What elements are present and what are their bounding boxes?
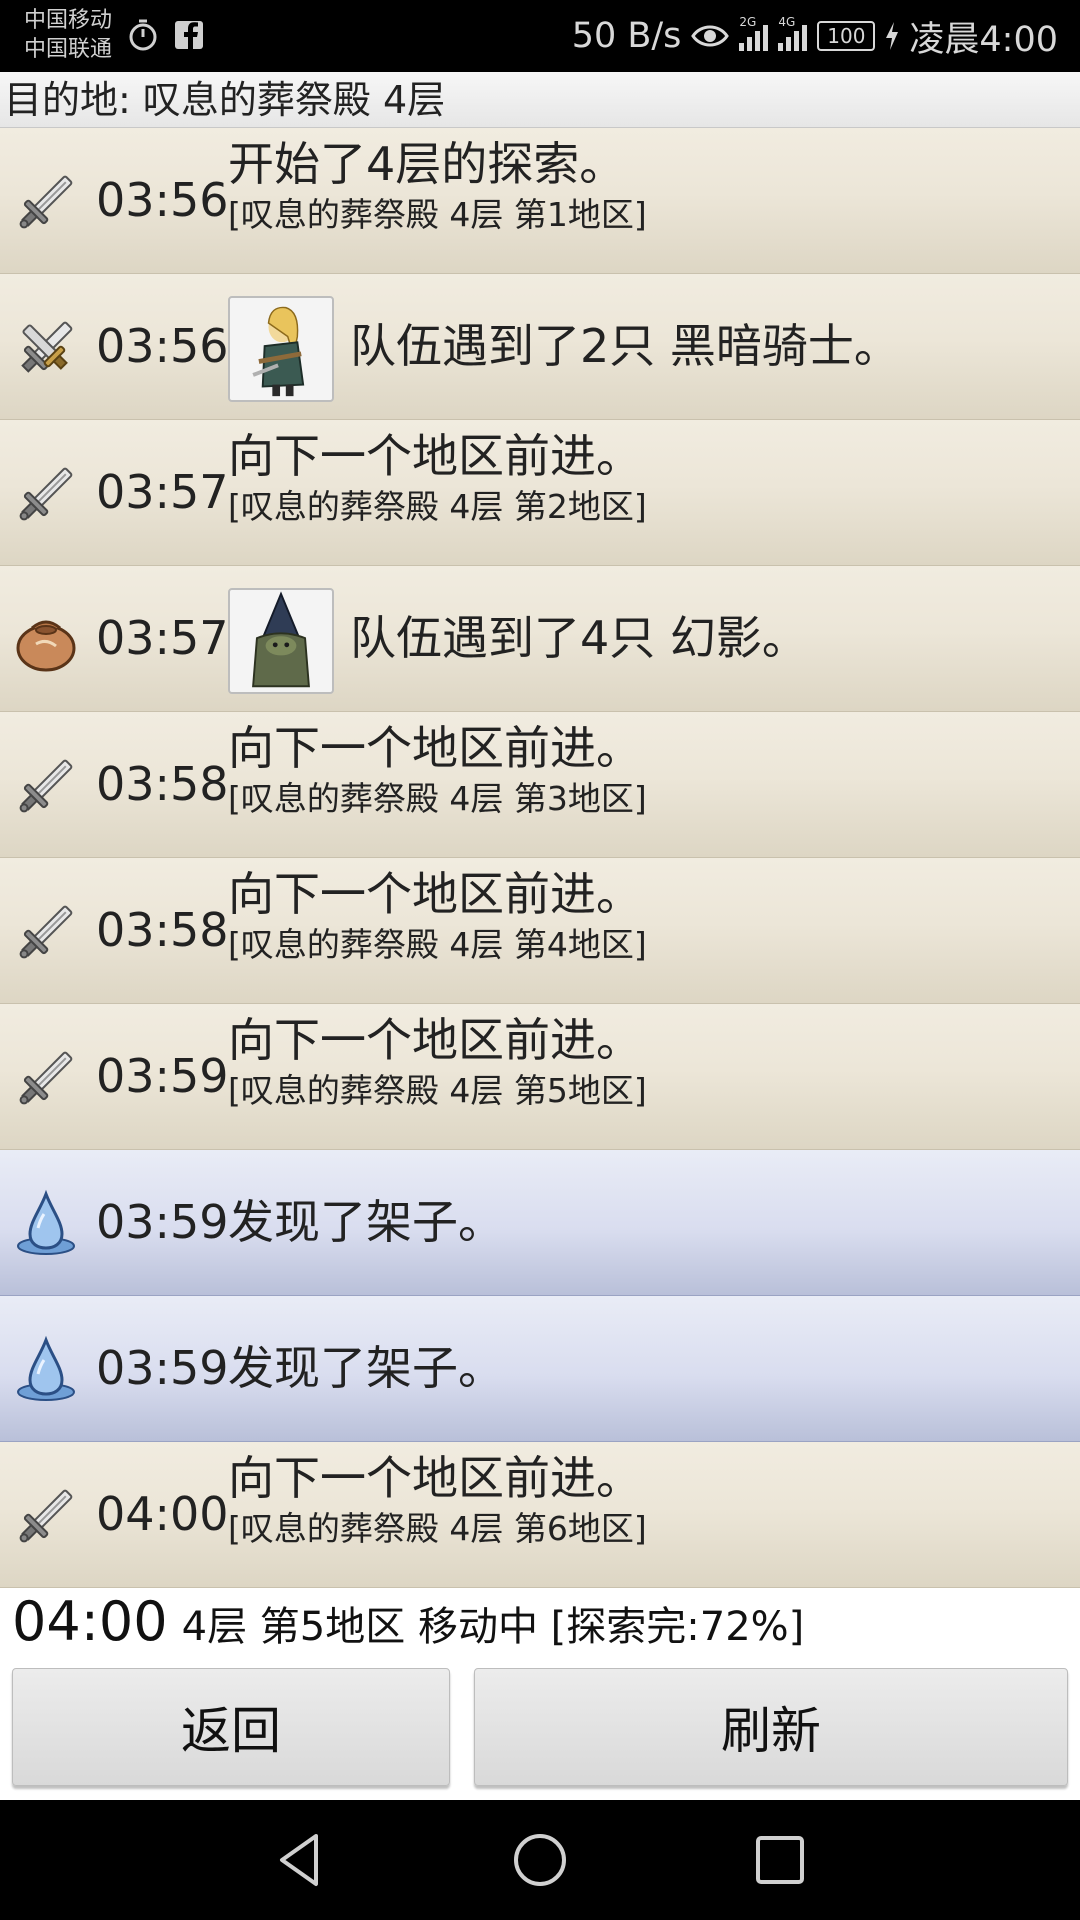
dark-knight-portrait xyxy=(228,296,334,402)
log-entry: 03:59 向下一个地区前进。 [叹息的葬祭殿 4层 第5地区] xyxy=(0,1004,1080,1150)
log-entry: 03:58 向下一个地区前进。 [叹息的葬祭殿 4层 第3地区] xyxy=(0,712,1080,858)
sword-icon xyxy=(10,458,82,530)
carrier-1: 中国移动 xyxy=(24,8,113,33)
water-drop-icon xyxy=(10,1188,82,1260)
log-time: 04:00 xyxy=(96,1487,229,1541)
log-time: 03:56 xyxy=(96,319,229,373)
water-drop-icon xyxy=(10,1334,82,1406)
log-entry: 03:57 向下一个地区前进。 [叹息的葬祭殿 4层 第2地区] xyxy=(0,420,1080,566)
charging-bolt-icon xyxy=(886,22,899,50)
log-location: [叹息的葬祭殿 4层 第3地区] xyxy=(228,779,647,818)
status-text: 4层 第5地区 移动中 [探索完:72%] xyxy=(181,1604,805,1650)
log-entry: 03:59 发现了架子。 xyxy=(0,1150,1080,1296)
log-message: 队伍遇到了4只 幻影。 xyxy=(350,611,808,665)
log-message: 发现了架子。 xyxy=(228,1341,504,1395)
log-time: 03:57 xyxy=(96,465,229,519)
log-message: 向下一个地区前进。 xyxy=(228,1451,642,1505)
log-message: 开始了4层的探索。 xyxy=(228,137,626,191)
log-entry: 03:56 开始了4层的探索。 [叹息的葬祭殿 4层 第1地区] xyxy=(0,128,1080,274)
log-location: [叹息的葬祭殿 4层 第6地区] xyxy=(228,1509,647,1548)
status-indicators: 50 B/s 2G 4G 100 凌晨4:00 xyxy=(572,12,1058,60)
log-location: [叹息的葬祭殿 4层 第4地区] xyxy=(228,925,647,964)
crossed-swords-icon xyxy=(10,312,82,384)
status-bar: 中国移动 中国联通 50 B/s 2G 4G 100 凌晨4:00 xyxy=(0,0,1080,72)
back-button[interactable]: 返回 xyxy=(12,1668,450,1786)
loot-bag-icon xyxy=(10,604,82,676)
log-time: 03:57 xyxy=(96,611,229,665)
log-message: 发现了架子。 xyxy=(228,1195,504,1249)
navigation-bar xyxy=(0,1800,1080,1920)
current-time: 04:00 xyxy=(12,1590,168,1653)
sword-icon xyxy=(10,1480,82,1552)
log-entry: 04:00 向下一个地区前进。 [叹息的葬祭殿 4层 第6地区] xyxy=(0,1442,1080,1588)
recents-nav-icon[interactable] xyxy=(748,1828,812,1892)
carrier-labels: 中国移动 中国联通 xyxy=(24,6,112,64)
log-time: 03:58 xyxy=(96,757,229,811)
net-speed: 50 B/s xyxy=(571,16,682,56)
log-time: 03:59 xyxy=(96,1195,229,1249)
log-location: [叹息的葬祭殿 4层 第1地区] xyxy=(228,195,647,234)
back-nav-icon[interactable] xyxy=(268,1828,332,1892)
sim2-signal: 4G xyxy=(778,15,808,51)
sword-icon xyxy=(10,896,82,968)
sim1-signal: 2G xyxy=(739,15,769,51)
stopwatch-icon xyxy=(129,19,157,51)
log-time: 03:59 xyxy=(96,1049,229,1103)
sim2-type: 4G xyxy=(778,15,796,29)
log-entry: 03:59 发现了架子。 xyxy=(0,1296,1080,1442)
log-time: 03:56 xyxy=(96,173,229,227)
sword-icon xyxy=(10,1042,82,1114)
log-entry: 03:56 队伍遇到了2只 黑暗骑士。 xyxy=(0,274,1080,420)
log-time: 03:58 xyxy=(96,903,229,957)
home-nav-icon[interactable] xyxy=(508,1828,572,1892)
log-message: 向下一个地区前进。 xyxy=(228,867,642,921)
log-location: [叹息的葬祭殿 4层 第5地区] xyxy=(228,1071,647,1110)
exploration-status: 04:00 4层 第5地区 移动中 [探索完:72%] xyxy=(12,1590,804,1660)
battery-icon: 100 xyxy=(817,21,876,51)
phantom-portrait xyxy=(228,588,334,694)
log-time: 03:59 xyxy=(96,1341,229,1395)
clock: 凌晨4:00 xyxy=(909,19,1058,60)
log-message: 向下一个地区前进。 xyxy=(228,1013,642,1067)
destination-header: 目的地: 叹息的葬祭殿 4层 xyxy=(0,72,1080,128)
sword-icon xyxy=(10,166,82,238)
log-message: 向下一个地区前进。 xyxy=(228,721,642,775)
exploration-log[interactable]: 03:56 开始了4层的探索。 [叹息的葬祭殿 4层 第1地区] 03:56 队伍遇到了… xyxy=(0,128,1080,1588)
sim1-type: 2G xyxy=(739,15,757,29)
log-message: 队伍遇到了2只 黑暗骑士。 xyxy=(350,319,900,373)
log-entry: 03:58 向下一个地区前进。 [叹息的葬祭殿 4层 第4地区] xyxy=(0,858,1080,1004)
log-entry: 03:57 队伍遇到了4只 幻影。 xyxy=(0,566,1080,712)
refresh-button[interactable]: 刷新 xyxy=(474,1668,1068,1786)
carrier-2: 中国联通 xyxy=(24,37,113,62)
facebook-icon xyxy=(175,21,203,49)
log-message: 向下一个地区前进。 xyxy=(228,429,642,483)
sword-icon xyxy=(10,750,82,822)
log-location: [叹息的葬祭殿 4层 第2地区] xyxy=(228,487,647,526)
eye-icon xyxy=(691,25,730,47)
